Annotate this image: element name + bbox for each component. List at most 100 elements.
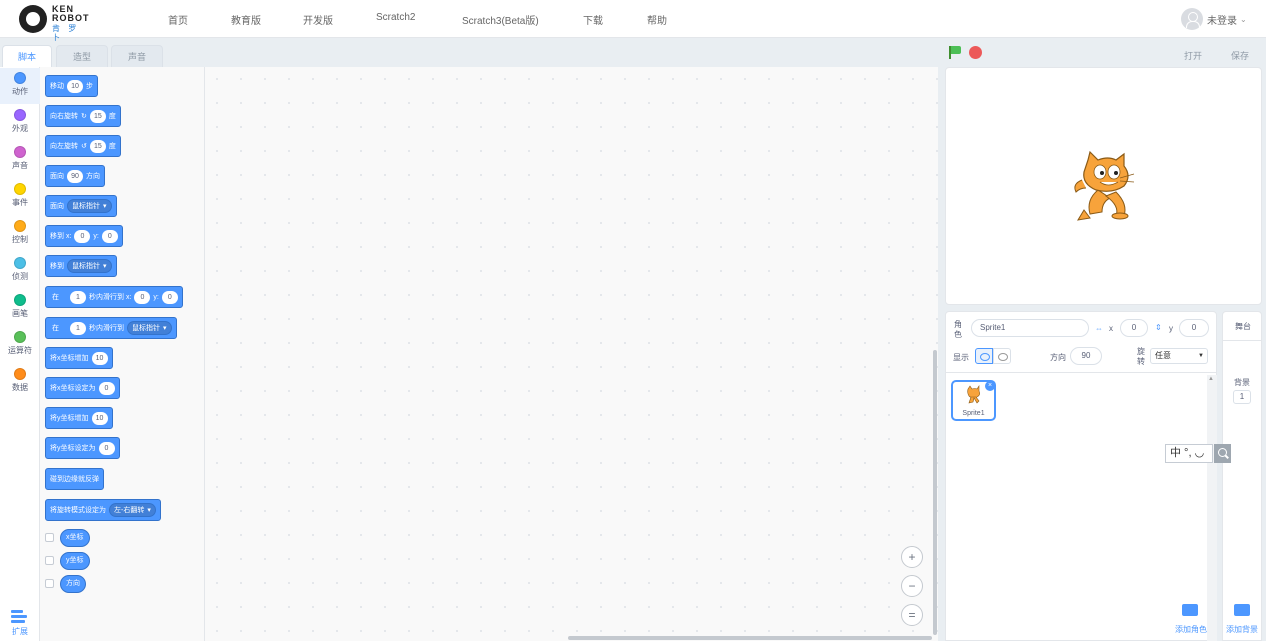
block-set-y[interactable]: 将y坐标设定为 0 (45, 437, 120, 459)
add-sprite-icon[interactable] (1182, 604, 1198, 616)
add-backdrop-icon[interactable] (1234, 604, 1250, 616)
direction-checkbox[interactable] (45, 579, 54, 588)
delete-sprite-icon[interactable]: × (985, 381, 995, 391)
nav-scratch2[interactable]: Scratch2 (376, 12, 415, 23)
zoom-reset-button[interactable]: = (901, 604, 923, 626)
block-change-x[interactable]: 将x坐标增加 10 (45, 347, 113, 369)
reporter-direction[interactable]: 方向 (60, 575, 86, 593)
ime-toolbar[interactable]: 中 °, ◡ (1165, 444, 1213, 463)
show-eye-icon[interactable] (975, 348, 993, 364)
category-operators[interactable]: 运算符 (0, 327, 40, 363)
category-label: 运算符 (8, 346, 32, 355)
category-events[interactable]: 事件 (0, 179, 40, 215)
workspace-vertical-scrollbar[interactable] (933, 350, 937, 635)
block-palette: 移动 10 步 向右旋转 ↻ 15 度 向左旋转 ↺ 15 度 面向 90 方向 面向 鼠标指针 ▾ 移… (40, 67, 205, 641)
zoom-in-button[interactable]: + (901, 546, 923, 568)
block-set-x[interactable]: 将x坐标设定为 0 (45, 377, 120, 399)
save-button[interactable]: 保存 (1231, 49, 1249, 62)
nav-education[interactable]: 教育版 (231, 12, 261, 27)
sprite-name-input[interactable]: Sprite1 (971, 319, 1089, 337)
x-input[interactable]: 0 (74, 229, 91, 243)
y-input[interactable]: 0 (101, 229, 118, 243)
target-dropdown[interactable]: 鼠标指针 ▾ (67, 199, 112, 213)
category-sensing[interactable]: 侦测 (0, 253, 40, 289)
block-move-steps[interactable]: 移动 10 步 (45, 75, 98, 97)
block-turn-left[interactable]: 向左旋转 ↺ 15 度 (45, 135, 121, 157)
nav-developer[interactable]: 开发版 (303, 12, 333, 27)
scratch-cat-sprite[interactable] (1068, 150, 1140, 224)
block-point-direction[interactable]: 面向 90 方向 (45, 165, 105, 187)
script-workspace[interactable] (205, 67, 938, 641)
target-dropdown[interactable]: 鼠标指针 ▾ (67, 259, 112, 273)
set-y-input[interactable]: 0 (98, 441, 115, 455)
reporter-x-position[interactable]: x坐标 (60, 529, 90, 547)
y-position-checkbox[interactable] (45, 556, 54, 565)
tab-sounds[interactable]: 声音 (111, 45, 163, 67)
nav-help[interactable]: 帮助 (647, 12, 667, 27)
kenrobot-logo[interactable]: KEN ROBOT 肯 罗 卜 (19, 5, 89, 42)
nav-scratch3[interactable]: Scratch3(Beta版) (462, 12, 539, 27)
category-pen[interactable]: 画笔 (0, 290, 40, 326)
tab-scripts[interactable]: 脚本 (2, 45, 52, 67)
workspace-horizontal-scrollbar[interactable] (568, 636, 932, 640)
tab-costumes[interactable]: 造型 (56, 45, 108, 67)
set-x-input[interactable]: 0 (98, 381, 115, 395)
data-dot-icon (14, 368, 26, 380)
category-label: 外观 (12, 124, 28, 133)
extension-icon (11, 608, 29, 623)
change-x-input[interactable]: 10 (91, 351, 108, 365)
secs-input[interactable]: 1 (70, 290, 86, 304)
x-position-checkbox[interactable] (45, 533, 54, 542)
category-motion[interactable]: 动作 (0, 68, 40, 104)
block-glide-xy[interactable]: 在 1 秒内滑行到 x: 0 y: 0 (45, 286, 183, 308)
direction-label: 方向 (1050, 353, 1066, 362)
block-change-y[interactable]: 将y坐标增加 10 (45, 407, 113, 429)
category-looks[interactable]: 外观 (0, 105, 40, 141)
direction-input[interactable]: 90 (1070, 347, 1102, 365)
reporter-y-position[interactable]: y坐标 (60, 552, 90, 570)
block-turn-right[interactable]: 向右旋转 ↻ 15 度 (45, 105, 121, 127)
add-backdrop-label[interactable]: 添加背景 (1226, 624, 1258, 635)
category-data[interactable]: 数据 (0, 364, 40, 400)
direction-input[interactable]: 90 (67, 169, 83, 183)
zoom-out-button[interactable]: − (901, 575, 923, 597)
block-goto-xy[interactable]: 移到 x: 0 y: 0 (45, 225, 123, 247)
secs-input[interactable]: 1 (70, 321, 86, 335)
nav-home[interactable]: 首页 (168, 12, 188, 27)
show-label: 显示 (953, 353, 969, 362)
avatar-icon (1181, 8, 1203, 30)
hide-eye-icon[interactable] (993, 348, 1011, 364)
user-menu[interactable]: 未登录 ⌄ (1181, 7, 1247, 31)
block-bounce[interactable]: 碰到边缘就反弹 (45, 468, 104, 490)
sensing-dot-icon (14, 257, 26, 269)
block-rotation-style[interactable]: 将旋转模式设定为 左-右翻转 ▾ (45, 499, 161, 521)
change-y-input[interactable]: 10 (91, 411, 108, 425)
chevron-down-icon: ⌄ (1240, 14, 1247, 24)
rotation-select[interactable]: 任意 ▼ (1150, 348, 1208, 364)
search-icon[interactable] (1214, 444, 1231, 463)
rotation-style-dropdown[interactable]: 左-右翻转 ▾ (109, 503, 156, 517)
block-point-towards[interactable]: 面向 鼠标指针 ▾ (45, 195, 117, 217)
stage-selector[interactable] (1222, 311, 1262, 641)
x-input[interactable]: 0 (1120, 319, 1148, 337)
category-sound[interactable]: 声音 (0, 142, 40, 178)
block-glide-to[interactable]: 在 1 秒内滑行到 鼠标指针 ▾ (45, 317, 177, 339)
x-input[interactable]: 0 (134, 290, 151, 304)
degrees-input[interactable]: 15 (89, 109, 106, 123)
block-goto[interactable]: 移到 鼠标指针 ▾ (45, 255, 117, 277)
degrees-input[interactable]: 15 (89, 139, 106, 153)
target-dropdown[interactable]: 鼠标指针 ▾ (127, 321, 172, 335)
dropdown-caret-icon: ▼ (1198, 353, 1204, 359)
nav-download[interactable]: 下载 (583, 12, 603, 27)
y-input[interactable]: 0 (161, 290, 178, 304)
steps-input[interactable]: 10 (67, 79, 83, 93)
open-button[interactable]: 打开 (1184, 49, 1202, 62)
extension-button[interactable]: 扩展 (0, 608, 40, 641)
scroll-up-icon[interactable]: ▲ (1208, 376, 1214, 382)
y-input[interactable]: 0 (1179, 319, 1209, 337)
category-control[interactable]: 控制 (0, 216, 40, 252)
sprite-list-scrollbar[interactable] (1207, 375, 1217, 641)
green-flag-icon[interactable] (948, 46, 962, 59)
stop-icon[interactable] (969, 46, 982, 59)
add-sprite-label[interactable]: 添加角色 (1175, 624, 1207, 635)
